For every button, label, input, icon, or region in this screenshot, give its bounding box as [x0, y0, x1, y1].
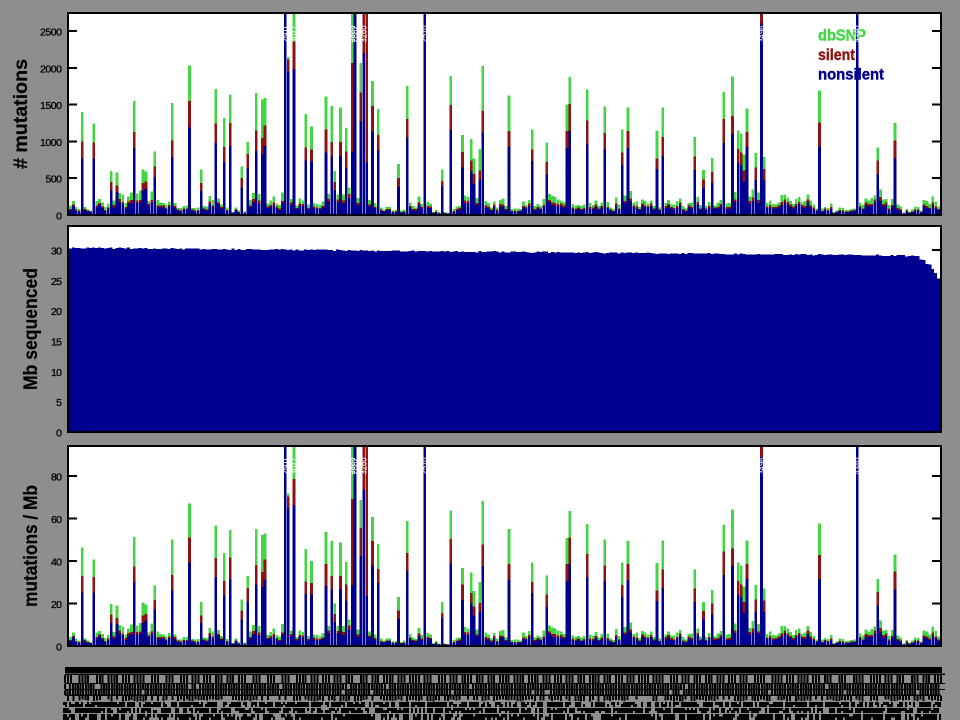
svg-text:3496: 3496 — [756, 26, 767, 43]
svg-text:3260: 3260 — [359, 458, 370, 475]
svg-text:# mutations: # mutations — [10, 59, 32, 169]
svg-text:3077: 3077 — [289, 26, 300, 43]
svg-text:25: 25 — [51, 276, 62, 288]
svg-text:2510: 2510 — [420, 26, 431, 43]
svg-text:10: 10 — [51, 367, 62, 379]
svg-text:0: 0 — [56, 211, 62, 223]
svg-text:nonsilent: nonsilent — [818, 67, 885, 84]
svg-text:3260: 3260 — [359, 26, 370, 43]
svg-text:silent: silent — [818, 47, 856, 64]
svg-text:4340: 4340 — [852, 458, 863, 475]
svg-text:500: 500 — [46, 174, 63, 186]
svg-text:40: 40 — [51, 557, 62, 569]
svg-text:0: 0 — [56, 428, 62, 440]
svg-text:20: 20 — [51, 306, 62, 318]
svg-text:80: 80 — [51, 472, 62, 484]
svg-text:3496: 3496 — [756, 458, 767, 475]
svg-text:60: 60 — [51, 514, 62, 526]
svg-text:15: 15 — [51, 337, 62, 349]
svg-text:2000: 2000 — [40, 63, 62, 75]
svg-text:Mb sequenced: Mb sequenced — [20, 268, 42, 390]
svg-text:20: 20 — [51, 599, 62, 611]
svg-text:0: 0 — [56, 642, 62, 654]
svg-text:30: 30 — [51, 246, 62, 258]
svg-text:4340: 4340 — [852, 26, 863, 43]
svg-text:mutations / Mb: mutations / Mb — [20, 485, 42, 607]
svg-text:1500: 1500 — [40, 100, 62, 112]
svg-text:2500: 2500 — [40, 27, 62, 39]
svg-text:2510: 2510 — [420, 458, 431, 475]
svg-text:3077: 3077 — [289, 458, 300, 475]
svg-text:1000: 1000 — [40, 137, 62, 149]
svg-text:5: 5 — [56, 397, 62, 409]
